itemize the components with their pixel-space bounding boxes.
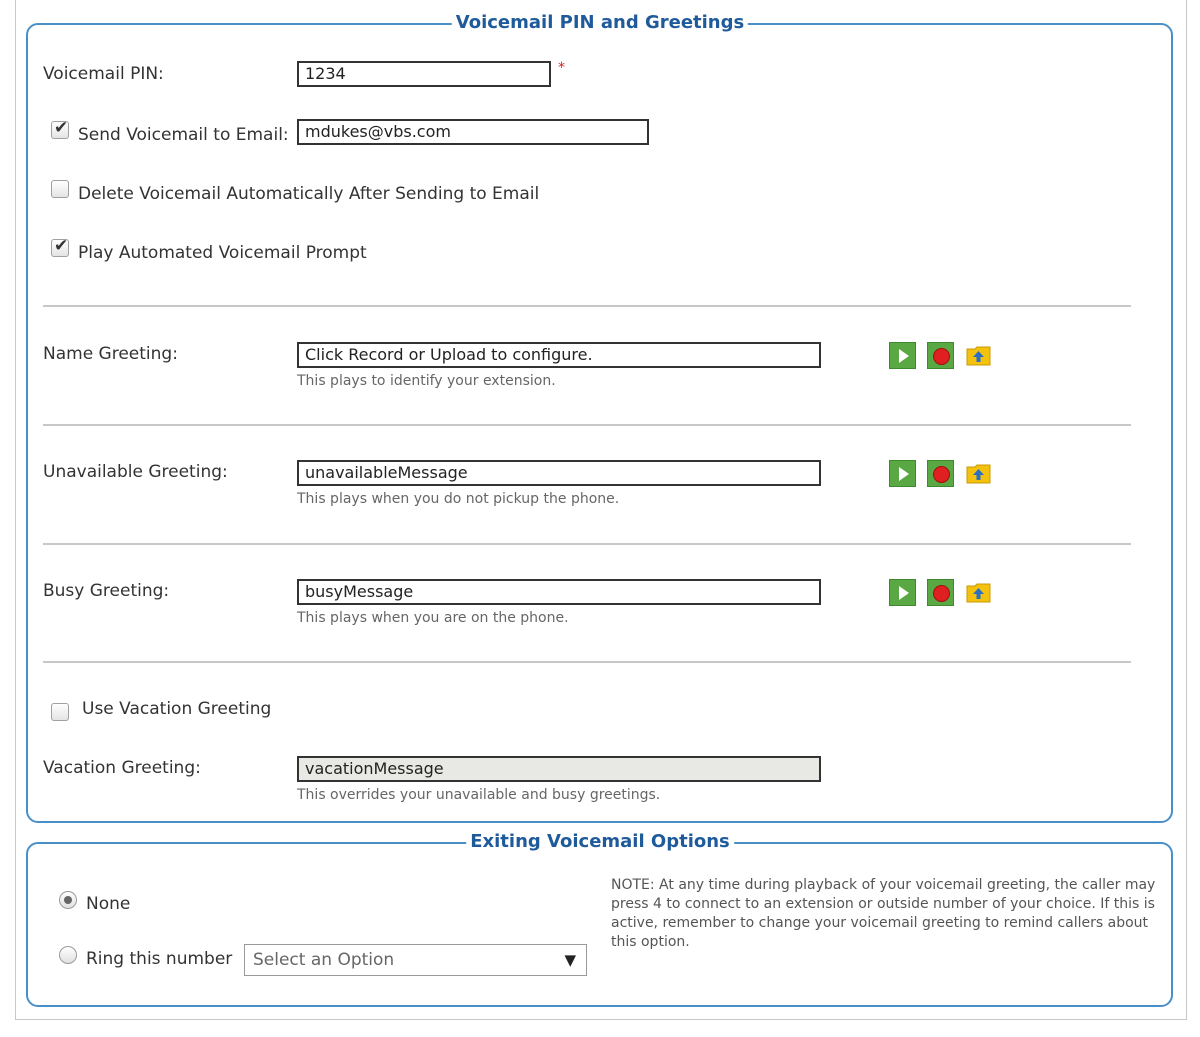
pin-input[interactable]: 1234 <box>297 61 551 87</box>
record-icon <box>933 466 950 483</box>
delete-auto-label: Delete Voicemail Automatically After Sen… <box>78 184 540 204</box>
divider <box>43 543 1131 545</box>
ring-number-radio[interactable] <box>59 946 77 964</box>
send-email-label: Send Voicemail to Email: <box>78 125 289 145</box>
divider <box>43 305 1131 307</box>
upload-button[interactable] <box>965 579 992 606</box>
upload-button[interactable] <box>965 460 992 487</box>
exit-note: NOTE: At any time during playback of you… <box>611 877 1156 950</box>
vacation-greeting-hint: This overrides your unavailable and busy… <box>297 787 661 803</box>
record-icon <box>933 585 950 602</box>
ring-number-label: Ring this number <box>86 949 233 969</box>
busy-greeting-input[interactable]: busyMessage <box>297 579 821 605</box>
use-vacation-label: Use Vacation Greeting <box>82 699 272 719</box>
upload-folder-icon <box>966 464 991 484</box>
checkmark-icon: ✔ <box>54 236 69 256</box>
record-button[interactable] <box>927 342 954 369</box>
none-radio[interactable] <box>59 891 77 909</box>
ring-number-select-value: Select an Option <box>253 950 395 970</box>
vacation-greeting-input[interactable]: vacationMessage <box>297 756 821 782</box>
play-icon <box>899 467 909 481</box>
use-vacation-checkbox[interactable] <box>51 703 69 721</box>
record-icon <box>933 348 950 365</box>
vacation-greeting-label: Vacation Greeting: <box>43 758 201 778</box>
checkmark-icon: ✔ <box>54 118 69 138</box>
voicemail-section-title: Voicemail PIN and Greetings <box>451 12 749 33</box>
pin-label: Voicemail PIN: <box>43 64 164 84</box>
radio-dot <box>64 896 72 904</box>
name-greeting-label: Name Greeting: <box>43 344 178 364</box>
delete-auto-checkbox[interactable] <box>51 180 69 198</box>
divider <box>43 424 1131 426</box>
play-icon <box>899 586 909 600</box>
play-button[interactable] <box>889 460 916 487</box>
ring-number-select[interactable]: Select an Option ▼ <box>244 944 587 976</box>
upload-folder-icon <box>966 583 991 603</box>
record-button[interactable] <box>927 460 954 487</box>
required-mark: * <box>558 60 565 76</box>
play-prompt-label: Play Automated Voicemail Prompt <box>78 243 367 263</box>
unavailable-greeting-input[interactable]: unavailableMessage <box>297 460 821 486</box>
name-greeting-input[interactable]: Click Record or Upload to configure. <box>297 342 821 368</box>
send-email-checkbox[interactable]: ✔ <box>51 118 69 139</box>
upload-folder-icon <box>966 346 991 366</box>
play-prompt-checkbox[interactable]: ✔ <box>51 236 69 257</box>
busy-greeting-hint: This plays when you are on the phone. <box>297 610 569 626</box>
unavailable-greeting-hint: This plays when you do not pickup the ph… <box>297 491 620 507</box>
none-label: None <box>86 894 131 914</box>
play-icon <box>899 349 909 363</box>
divider <box>43 661 1131 663</box>
name-greeting-hint: This plays to identify your extension. <box>297 373 556 389</box>
play-button[interactable] <box>889 579 916 606</box>
play-button[interactable] <box>889 342 916 369</box>
exit-section-title: Exiting Voicemail Options <box>466 831 734 852</box>
dropdown-arrow-icon: ▼ <box>564 951 576 969</box>
upload-button[interactable] <box>965 342 992 369</box>
busy-greeting-label: Busy Greeting: <box>43 581 170 601</box>
record-button[interactable] <box>927 579 954 606</box>
email-input[interactable]: mdukes@vbs.com <box>297 119 649 145</box>
unavailable-greeting-label: Unavailable Greeting: <box>43 462 228 482</box>
